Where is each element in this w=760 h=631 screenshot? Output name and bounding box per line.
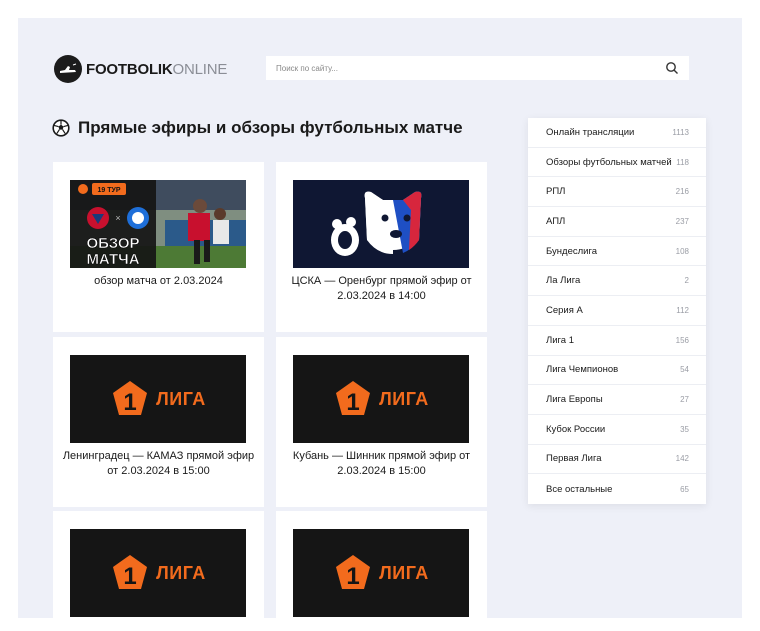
- match-card[interactable]: ЦСКА — Оренбург прямой эфир от 2.03.2024…: [276, 162, 487, 332]
- page-title: Прямые эфиры и обзоры футбольных матче: [78, 118, 463, 137]
- page-title-row: Прямые эфиры и обзоры футбольных матче: [52, 118, 463, 138]
- sidebar-item-label: Ла Лига: [546, 275, 581, 287]
- sidebar-item-apl[interactable]: АПЛ 237: [528, 207, 706, 237]
- logo-text: FOOTBOLIKONLINE: [86, 61, 227, 78]
- sidebar-item-bundesliga[interactable]: Бундеслига 108: [528, 237, 706, 267]
- card-title[interactable]: обзор матча от 2.03.2024: [61, 274, 256, 289]
- first-league-logo-icon: 1: [336, 381, 371, 416]
- sidebar-item-count: 156: [675, 335, 689, 345]
- sidebar-item-label: АПЛ: [546, 215, 566, 227]
- league-text: ЛИГА: [379, 562, 429, 583]
- league-number: 1: [346, 389, 359, 416]
- match-card[interactable]: 1 ЛИГА: [53, 511, 264, 631]
- rpl-logo-icon: [293, 180, 469, 268]
- search-input[interactable]: [276, 63, 665, 73]
- match-card[interactable]: 1 ЛИГА: [276, 511, 487, 631]
- first-league-logo-icon: 1: [113, 381, 148, 416]
- sidebar-item-count: 35: [680, 424, 689, 434]
- logo-light: ONLINE: [172, 60, 228, 78]
- sidebar-item-count: 237: [675, 216, 689, 226]
- sidebar-item-label: Обзоры футбольных матчей: [546, 156, 672, 168]
- match-card[interactable]: 1 ЛИГА Кубань — Шинник прямой эфир от 2.…: [276, 337, 487, 507]
- sidebar-item-live[interactable]: Онлайн трансляции 1113: [528, 118, 706, 148]
- sidebar-item-count: 118: [676, 157, 689, 167]
- sidebar-item-count: 108: [675, 246, 689, 256]
- sidebar-item-laliga[interactable]: Ла Лига 2: [528, 266, 706, 297]
- sidebar-item-seriea[interactable]: Серия А 112: [528, 296, 706, 326]
- sidebar-item-label: Лига Европы: [546, 394, 603, 406]
- sidebar-item-label: Лига Чемпионов: [546, 364, 619, 376]
- sidebar-item-label: Онлайн трансляции: [546, 126, 635, 138]
- site-header: FOOTBOLIKONLINE: [54, 54, 227, 84]
- card-title[interactable]: Кубань — Шинник прямой эфир от 2.03.2024…: [284, 449, 479, 479]
- site-logo[interactable]: FOOTBOLIKONLINE: [54, 55, 227, 83]
- match-thumbnail[interactable]: 1 ЛИГА: [293, 529, 469, 617]
- first-league-logo-icon: 1: [336, 555, 371, 590]
- card-title[interactable]: ЦСКА — Оренбург прямой эфир от 2.03.2024…: [284, 274, 479, 304]
- match-thumbnail[interactable]: [293, 180, 469, 268]
- sidebar-item-label: Все остальные: [546, 483, 613, 495]
- sidebar-item-label: Лига 1: [546, 334, 575, 346]
- league-number: 1: [123, 389, 136, 416]
- sidebar-item-count: 216: [675, 187, 689, 197]
- sidebar-item-count: 54: [680, 365, 689, 375]
- league-text: ЛИГА: [156, 562, 206, 583]
- sidebar-item-count: 2: [684, 276, 689, 286]
- tour-label: 19 ТУР: [97, 187, 120, 194]
- logo-bold: FOOTBOLIK: [86, 60, 173, 78]
- sidebar-item-first-league[interactable]: Первая Лига 142: [528, 445, 706, 475]
- thumb-label-line2: МАТЧА: [86, 251, 139, 268]
- sidebar-item-count: 1113: [672, 127, 689, 137]
- sidebar-item-label: Серия А: [546, 304, 583, 316]
- sidebar-item-label: РПЛ: [546, 186, 566, 198]
- svg-text:×: ×: [115, 213, 120, 223]
- sidebar-item-ligue1[interactable]: Лига 1 156: [528, 326, 706, 356]
- match-thumbnail[interactable]: 1 ЛИГА: [293, 355, 469, 443]
- sidebar-item-russia-cup[interactable]: Кубок России 35: [528, 415, 706, 445]
- match-thumbnail[interactable]: 1 ЛИГА: [70, 529, 246, 617]
- match-card[interactable]: 19 ТУР × ОБЗОР МАТЧА обзор матча от 2.03…: [53, 162, 264, 332]
- first-league-logo-icon: 1: [113, 555, 148, 590]
- match-thumbnail[interactable]: 19 ТУР × ОБЗОР МАТЧА: [70, 180, 246, 268]
- sidebar-item-europa-league[interactable]: Лига Европы 27: [528, 385, 706, 415]
- sidebar-item-count: 27: [680, 395, 689, 405]
- page-container: FOOTBOLIKONLINE Прямые эфиры и обзоры фу…: [18, 18, 742, 631]
- sidebar-item-label: Кубок России: [546, 423, 606, 435]
- category-sidebar: Онлайн трансляции 1113 Обзоры футбольных…: [528, 118, 706, 504]
- sidebar-item-reviews[interactable]: Обзоры футбольных матчей 118: [528, 148, 706, 178]
- sidebar-item-others[interactable]: Все остальные 65: [528, 474, 706, 504]
- sidebar-item-label: Первая Лига: [546, 453, 602, 465]
- search-bar: [266, 56, 689, 80]
- sidebar-item-champions-league[interactable]: Лига Чемпионов 54: [528, 356, 706, 386]
- thumb-label-line1: ОБЗОР: [86, 235, 139, 252]
- search-icon[interactable]: [665, 61, 679, 75]
- league-number: 1: [123, 563, 136, 590]
- match-thumbnail[interactable]: 1 ЛИГА: [70, 355, 246, 443]
- sidebar-item-count: 112: [676, 305, 689, 315]
- boot-icon: [54, 55, 82, 83]
- sidebar-item-count: 65: [680, 484, 689, 494]
- sidebar-item-label: Бундеслига: [546, 245, 597, 257]
- sidebar-item-count: 142: [675, 454, 689, 464]
- card-title[interactable]: Ленинградец — КАМАЗ прямой эфир от 2.03.…: [61, 449, 256, 479]
- match-card[interactable]: 1 ЛИГА Ленинградец — КАМАЗ прямой эфир о…: [53, 337, 264, 507]
- league-number: 1: [346, 563, 359, 590]
- league-text: ЛИГА: [379, 388, 429, 409]
- sidebar-item-rpl[interactable]: РПЛ 216: [528, 177, 706, 208]
- league-text: ЛИГА: [156, 388, 206, 409]
- soccer-ball-icon: [52, 119, 70, 137]
